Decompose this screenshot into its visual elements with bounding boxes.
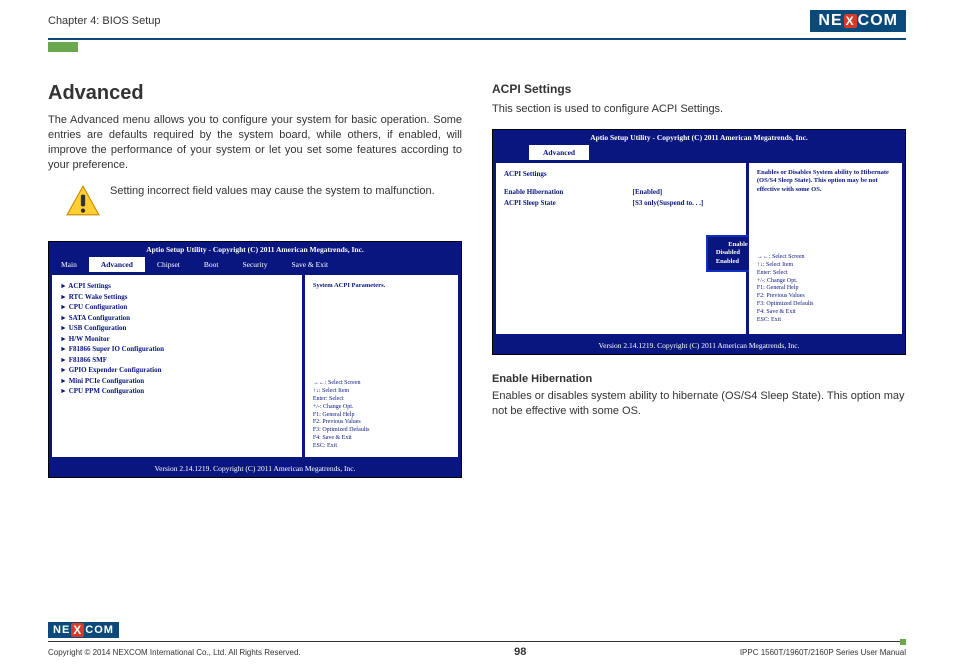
bios-tab-main[interactable]: Main — [49, 257, 89, 272]
setting-value: [S3 only(Suspend to. . .] — [633, 198, 738, 209]
bios-title-bar: Aptio Setup Utility - Copyright (C) 2011… — [49, 242, 461, 257]
menu-item[interactable]: RTC Wake Settings — [60, 292, 294, 303]
menu-item[interactable]: SATA Configuration — [60, 313, 294, 324]
bios-screenshot-left: Aptio Setup Utility - Copyright (C) 2011… — [48, 241, 462, 477]
warning-block: Setting incorrect field values may cause… — [66, 184, 462, 223]
warning-text: Setting incorrect field values may cause… — [110, 184, 435, 199]
chapter-title: Chapter 4: BIOS Setup — [48, 15, 161, 27]
setting-row[interactable]: Enable Hibernation [Enabled] — [504, 187, 738, 198]
menu-item[interactable]: ACPI Settings — [60, 281, 294, 292]
warning-icon — [66, 184, 100, 223]
footer-logo: NEXCOM — [48, 620, 906, 638]
setting-label: ACPI Sleep State — [504, 198, 633, 209]
bios-tab-row: Main Advanced Chipset Boot Security Save… — [49, 257, 461, 272]
menu-item[interactable]: GPIO Expender Configuration — [60, 365, 294, 376]
intro-text: The Advanced menu allows you to configur… — [48, 113, 462, 172]
enable-hibernation-heading: Enable Hibernation — [492, 373, 906, 385]
bios-tab-chipset[interactable]: Chipset — [145, 257, 192, 272]
acpi-section-label: ACPI Settings — [504, 169, 738, 180]
menu-item[interactable]: CPU Configuration — [60, 302, 294, 313]
setting-value: [Enabled] — [633, 187, 738, 198]
bios-help-description: Enables or Disables System ability to Hi… — [757, 169, 894, 194]
bios-tab-advanced[interactable]: Advanced — [529, 145, 589, 160]
bios-version-footer: Version 2.14.1219. Copyright (C) 2011 Am… — [493, 337, 905, 354]
nexcom-logo: NEXCOM — [810, 10, 906, 32]
bios-menu-panel: ACPI Settings RTC Wake Settings CPU Conf… — [52, 275, 302, 456]
bios-key-help: →←: Select Screen ↑↓: Select Item Enter:… — [313, 380, 450, 450]
left-column: Advanced The Advanced menu allows you to… — [48, 82, 462, 478]
bios-tab-advanced[interactable]: Advanced — [89, 257, 145, 272]
bios-key-help: →←: Select Screen ↑↓: Select Item Enter:… — [757, 254, 894, 324]
bios-tab-row: Advanced — [493, 145, 905, 160]
content-columns: Advanced The Advanced menu allows you to… — [0, 52, 954, 478]
bios-title-bar: Aptio Setup Utility - Copyright (C) 2011… — [493, 130, 905, 145]
menu-item[interactable]: Mini PCIe Configuration — [60, 376, 294, 387]
bios-screenshot-right: Aptio Setup Utility - Copyright (C) 2011… — [492, 129, 906, 356]
manual-title: IPPC 1560T/1960T/2160P Series User Manua… — [740, 648, 906, 657]
menu-item[interactable]: USB Configuration — [60, 323, 294, 334]
setting-label: Enable Hibernation — [504, 187, 633, 198]
bios-help-panel: Enables or Disables System ability to Hi… — [749, 163, 902, 335]
bios-tab-security[interactable]: Security — [230, 257, 279, 272]
bios-tab-saveexit[interactable]: Save & Exit — [279, 257, 340, 272]
right-column: ACPI Settings This section is used to co… — [492, 82, 906, 478]
menu-item[interactable]: F81866 SMF — [60, 355, 294, 366]
bios-help-panel: System ACPI Parameters. →←: Select Scree… — [305, 275, 458, 456]
page-header: Chapter 4: BIOS Setup NEXCOM — [0, 0, 954, 38]
footer-divider — [48, 641, 906, 642]
page-footer: NEXCOM Copyright © 2014 NEXCOM Internati… — [0, 620, 954, 672]
acpi-settings-heading: ACPI Settings — [492, 82, 906, 96]
bios-tab-boot[interactable]: Boot — [192, 257, 231, 272]
copyright-text: Copyright © 2014 NEXCOM International Co… — [48, 648, 301, 657]
bios-help-description: System ACPI Parameters. — [313, 281, 450, 290]
green-tab-decoration — [48, 42, 78, 52]
header-divider — [48, 38, 906, 40]
bios-version-footer: Version 2.14.1219. Copyright (C) 2011 Am… — [49, 460, 461, 477]
page-number: 98 — [514, 646, 526, 658]
bios-acpi-panel: ACPI Settings Enable Hibernation [Enable… — [496, 163, 746, 335]
menu-item[interactable]: F81866 Super IO Configuration — [60, 344, 294, 355]
setting-row[interactable]: ACPI Sleep State [S3 only(Suspend to. . … — [504, 198, 738, 209]
menu-item[interactable]: CPU PPM Configuration — [60, 386, 294, 397]
section-title-advanced: Advanced — [48, 82, 462, 105]
enable-hibernation-text: Enables or disables system ability to hi… — [492, 389, 906, 419]
menu-item[interactable]: H/W Monitor — [60, 334, 294, 345]
acpi-intro-text: This section is used to configure ACPI S… — [492, 102, 906, 117]
